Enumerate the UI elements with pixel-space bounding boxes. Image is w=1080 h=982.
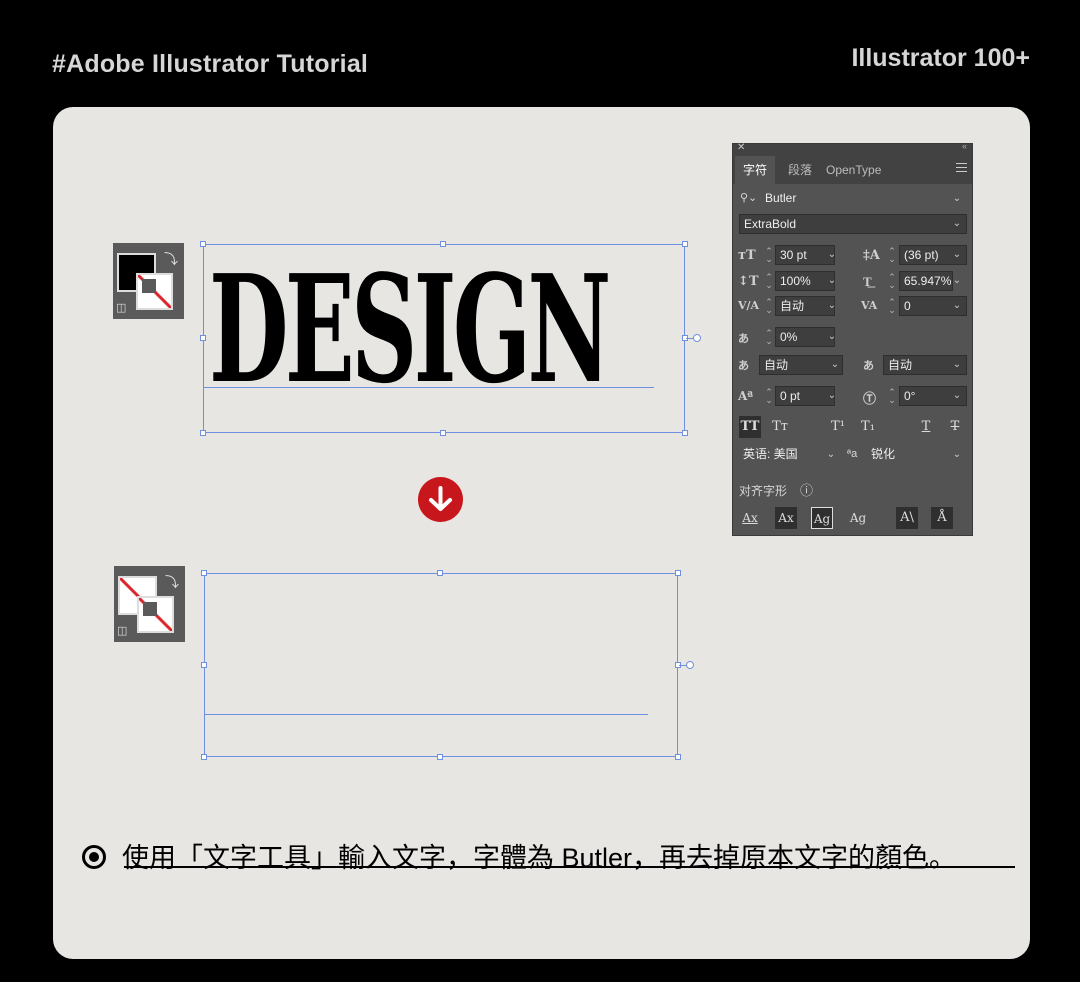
default-colors-icon[interactable]: ◫ (116, 301, 126, 314)
stepper-icon[interactable]: ⌃ ⌄ (765, 247, 773, 264)
handle-tl[interactable] (200, 241, 206, 247)
tab-opentype[interactable]: OpenType (826, 156, 881, 184)
underline-button[interactable]: T (915, 416, 937, 438)
align-glyph-bounds-button[interactable]: Ag (811, 507, 833, 529)
handle-bl[interactable] (201, 754, 207, 760)
text-frame-filled[interactable]: DESIGN (200, 241, 701, 436)
chevron-down-icon[interactable]: ⌄ (825, 271, 839, 291)
out-port[interactable] (693, 334, 701, 342)
stepper-icon[interactable]: ⌃ ⌄ (888, 388, 896, 405)
series-title: Illustrator 100+ (851, 44, 1030, 72)
subscript-button[interactable]: T₁ (857, 416, 879, 438)
stepper-icon[interactable]: ⌃ ⌄ (888, 247, 896, 264)
chevron-down-icon[interactable]: ⌄ (950, 355, 964, 375)
horizontal-scale-icon: T͟ (863, 275, 872, 290)
chevron-down-icon[interactable]: ⌄ (825, 296, 839, 316)
handle-tl[interactable] (201, 570, 207, 576)
handle-ml[interactable] (200, 335, 206, 341)
tab-character[interactable]: 字符 (735, 156, 776, 184)
kerning-icon: V/A (738, 299, 760, 312)
chevron-down-icon[interactable]: ⌄ (950, 245, 964, 265)
handle-bl[interactable] (200, 430, 206, 436)
baseline (204, 387, 654, 388)
caption-underline (124, 866, 1015, 868)
search-icon[interactable]: ⚲⌄ (740, 191, 757, 204)
small-caps-button[interactable]: Tт (769, 416, 791, 438)
anti-alias-icon: ªa (847, 448, 858, 460)
font-family-field[interactable]: Butler (761, 189, 961, 209)
handle-tc[interactable] (440, 241, 446, 247)
character-panel: ✕ « 字符 段落 OpenType ⚲⌄ Butler ⌄ ExtraBold… (732, 141, 973, 536)
vertical-scale-icon: ↕T (738, 274, 759, 289)
swap-fill-stroke-icon[interactable]: ⤵ (164, 249, 178, 269)
tab-paragraph[interactable]: 段落 (788, 156, 812, 184)
align-baseline-button[interactable]: Ag (847, 507, 869, 529)
rotation-icon: Ⓣ (863, 392, 877, 407)
chevron-down-icon[interactable]: ⌄ (950, 271, 964, 291)
chevron-down-icon[interactable]: ⌄ (825, 386, 839, 406)
handle-br[interactable] (682, 430, 688, 436)
handle-tc[interactable] (437, 570, 443, 576)
design-text[interactable]: DESIGN (209, 255, 611, 403)
handle-tr[interactable] (675, 570, 681, 576)
font-size-icon: ᴛT (738, 248, 756, 263)
stepper-icon[interactable]: ⌃ ⌄ (765, 388, 773, 405)
align-anchor-button[interactable]: Å (931, 507, 953, 529)
handle-bc[interactable] (440, 430, 446, 436)
font-style-field[interactable]: ExtraBold (739, 214, 967, 234)
fill-stroke-swatch-black[interactable]: ⤵ ◫ (113, 243, 184, 319)
baseline-shift-icon: Aª (738, 389, 754, 403)
handle-ml[interactable] (201, 662, 207, 668)
chevron-down-icon[interactable]: ⌄ (950, 189, 964, 209)
default-colors-icon[interactable]: ◫ (117, 624, 127, 637)
collapse-icon[interactable]: « (962, 141, 967, 151)
stepper-icon[interactable]: ⌃ ⌄ (888, 273, 896, 290)
text-frame-no-fill[interactable] (201, 570, 694, 760)
out-port[interactable] (686, 661, 694, 669)
stepper-icon[interactable]: ⌃ ⌄ (765, 273, 773, 290)
close-icon[interactable]: ✕ (737, 142, 745, 153)
chevron-down-icon[interactable]: ⌄ (825, 327, 839, 347)
chevron-down-icon[interactable]: ⌄ (825, 245, 839, 265)
superscript-button[interactable]: T¹ (827, 416, 849, 438)
bullet-icon (82, 845, 106, 869)
instruction-caption: 使用「文字工具」輸入文字，字體為 Butler，再去掉原本文字的顏色。 (82, 836, 956, 875)
info-icon[interactable]: ⓘ (800, 480, 813, 499)
panel-menu-icon[interactable] (956, 163, 967, 172)
chevron-down-icon[interactable]: ⌄ (950, 214, 964, 234)
fill-stroke-swatch-none[interactable]: ⤵ ◫ (114, 566, 185, 642)
stroke-inner (143, 602, 157, 616)
horizontal-scale-field[interactable]: 65.947% (899, 271, 953, 291)
aki-right-icon: あ (863, 359, 874, 372)
handle-br[interactable] (675, 754, 681, 760)
align-glyph-label: 对齐字形 (739, 484, 788, 498)
align-em-center-button[interactable]: Ax (775, 507, 797, 529)
align-angle-button[interactable]: A\ (896, 507, 918, 529)
panel-tabs: 字符 段落 OpenType (733, 156, 972, 184)
stepper-icon[interactable]: ⌃ ⌄ (765, 298, 773, 315)
chevron-down-icon[interactable]: ⌄ (824, 445, 838, 465)
leading-icon: ‡A (863, 248, 880, 263)
stepper-icon[interactable]: ⌃ ⌄ (888, 298, 896, 315)
baseline (205, 714, 648, 715)
chevron-down-icon[interactable]: ⌄ (950, 445, 964, 465)
chevron-down-icon[interactable]: ⌄ (828, 355, 842, 375)
down-arrow-icon (418, 477, 463, 522)
chevron-down-icon[interactable]: ⌄ (950, 296, 964, 316)
chevron-down-icon[interactable]: ⌄ (950, 386, 964, 406)
aki-left-icon: あ (738, 359, 749, 372)
tutorial-title: #Adobe Illustrator Tutorial (52, 50, 369, 78)
handle-bc[interactable] (437, 754, 443, 760)
stroke-inner (142, 279, 156, 293)
handle-tr[interactable] (682, 241, 688, 247)
swap-fill-stroke-icon[interactable]: ⤵ (165, 572, 179, 592)
align-em-box-button[interactable]: Ax (739, 507, 761, 529)
tracking-icon: VA (861, 299, 878, 312)
strikethrough-button[interactable]: T (944, 416, 966, 438)
caption-text: 使用「文字工具」輸入文字，字體為 Butler，再去掉原本文字的顏色。 (122, 843, 957, 873)
all-caps-button[interactable]: TT (739, 416, 761, 438)
stepper-icon[interactable]: ⌃ ⌄ (765, 329, 773, 346)
tsume-icon: あ (738, 332, 749, 345)
panel-titlebar: ✕ « (733, 141, 972, 156)
